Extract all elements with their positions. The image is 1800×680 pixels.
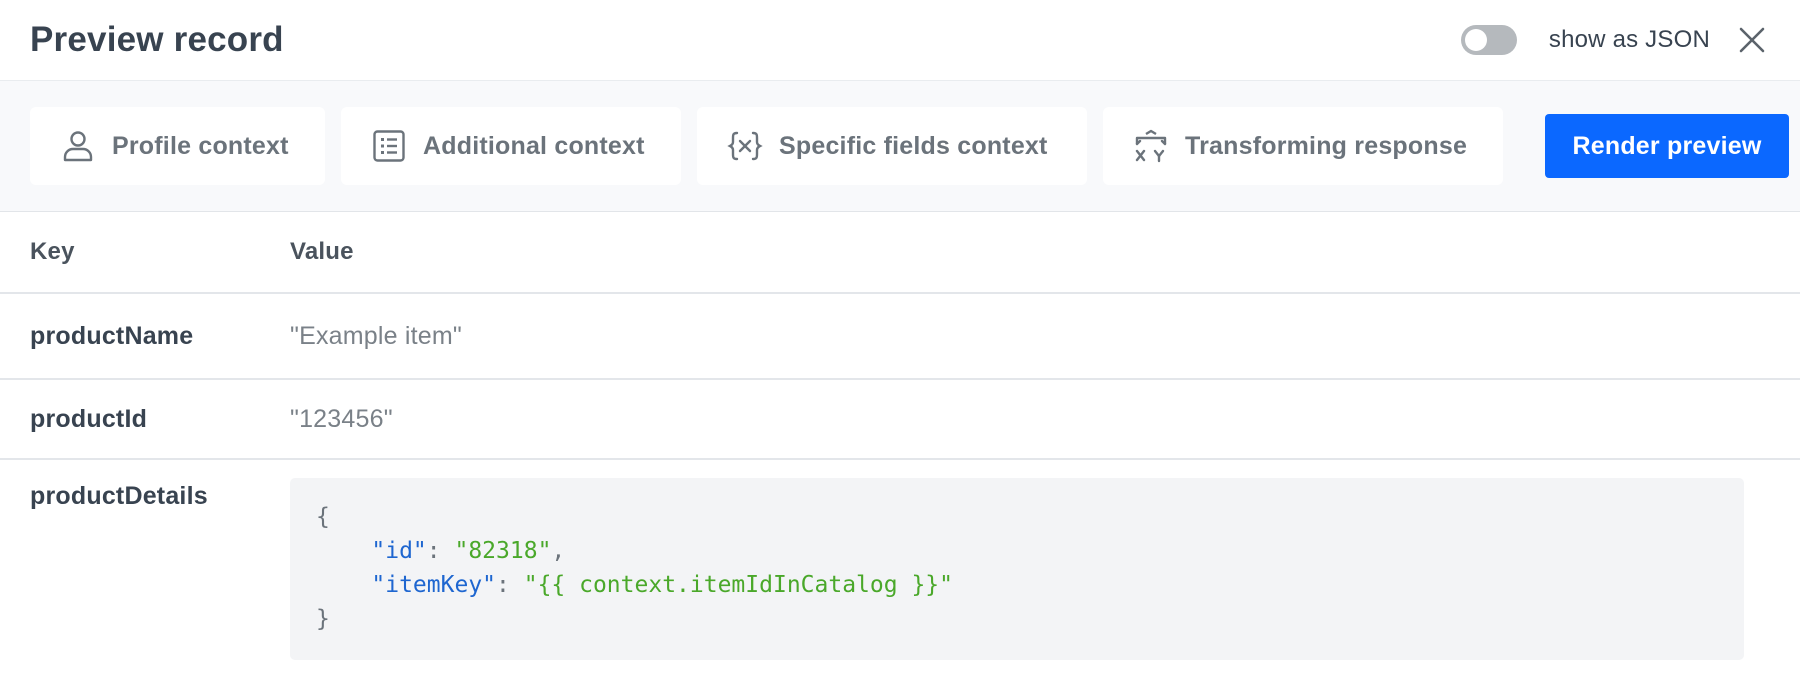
user-icon xyxy=(63,131,93,162)
transforming-response-label: Transforming response xyxy=(1185,131,1468,160)
page-title: Preview record xyxy=(30,20,284,59)
row-key: productName xyxy=(30,321,194,350)
preview-record-panel: Preview record show as JSON Profile cont… xyxy=(0,0,1800,680)
code-line-id: "id": "82318", xyxy=(371,538,566,564)
code-string: "82318" xyxy=(454,538,552,564)
transforming-response-button[interactable]: Transforming response xyxy=(1103,107,1503,185)
profile-context-label: Profile context xyxy=(112,131,289,160)
row-key: productId xyxy=(30,404,148,433)
variable-icon xyxy=(727,131,763,161)
profile-context-button[interactable]: Profile context xyxy=(30,107,325,185)
table-row: productName "Example item" xyxy=(0,294,1800,380)
row-key: productDetails xyxy=(30,482,208,510)
row-value-cell: "Example item" xyxy=(290,322,1800,351)
code-string: "{{ context.itemIdInCatalog }}" xyxy=(523,572,953,598)
transform-icon xyxy=(1135,129,1167,163)
row-value-cell: { "id": "82318", "itemKey": "{{ context.… xyxy=(290,478,1800,660)
context-toolbar: Profile context Additional context Speci… xyxy=(0,81,1800,212)
list-icon xyxy=(373,130,405,162)
additional-context-label: Additional context xyxy=(423,131,645,160)
row-value: "123456" xyxy=(290,404,393,433)
value-header-text: Value xyxy=(290,238,354,265)
key-column-header: Key xyxy=(0,238,290,266)
close-icon[interactable] xyxy=(1738,26,1766,54)
preview-table: Key Value productName "Example item" pro… xyxy=(0,212,1800,660)
row-value: "Example item" xyxy=(290,321,462,350)
table-header: Key Value xyxy=(0,212,1800,294)
json-code-block: { "id": "82318", "itemKey": "{{ context.… xyxy=(290,478,1744,660)
key-header-text: Key xyxy=(30,238,75,265)
specific-fields-context-label: Specific fields context xyxy=(779,131,1048,160)
code-key: "itemKey" xyxy=(371,572,497,598)
code-close-brace: } xyxy=(316,606,330,632)
table-row: productDetails { "id": "82318", "itemKey… xyxy=(0,460,1800,660)
show-json-label: show as JSON xyxy=(1548,26,1710,53)
value-column-header: Value xyxy=(290,238,1800,266)
row-key-cell: productId xyxy=(0,405,290,434)
row-key-cell: productName xyxy=(0,322,290,351)
render-preview-button[interactable]: Render preview xyxy=(1545,114,1789,178)
row-key-cell: productDetails xyxy=(0,482,290,511)
specific-fields-context-button[interactable]: Specific fields context xyxy=(697,107,1087,185)
table-row: productId "123456" xyxy=(0,380,1800,460)
show-json-toggle[interactable] xyxy=(1460,25,1517,55)
row-value-cell: "123456" xyxy=(290,405,1800,434)
code-line-itemkey: "itemKey": "{{ context.itemIdInCatalog }… xyxy=(371,572,953,598)
additional-context-button[interactable]: Additional context xyxy=(341,107,681,185)
header: Preview record show as JSON xyxy=(0,0,1800,81)
header-actions: show as JSON xyxy=(1460,25,1770,55)
code-open-brace: { xyxy=(316,504,330,530)
toggle-knob xyxy=(1464,29,1487,51)
code-key: "id" xyxy=(371,538,427,564)
